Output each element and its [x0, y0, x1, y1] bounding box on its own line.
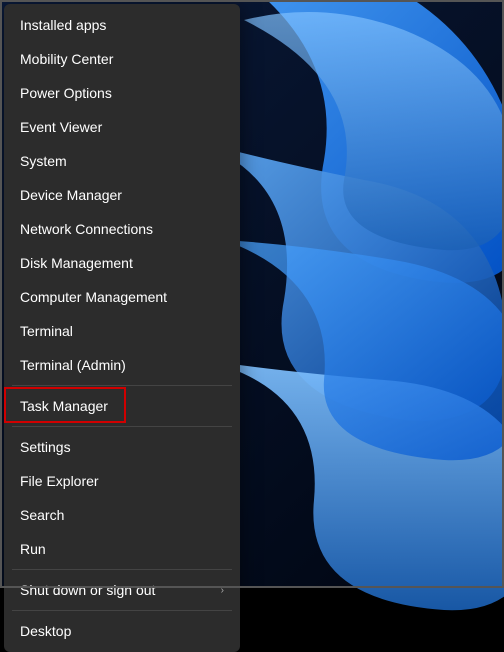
- menu-item-computer-management[interactable]: Computer Management: [4, 280, 240, 314]
- menu-item-label: Terminal (Admin): [20, 357, 126, 373]
- menu-item-label: Shut down or sign out: [20, 582, 155, 598]
- menu-item-device-manager[interactable]: Device Manager: [4, 178, 240, 212]
- menu-item-label: Network Connections: [20, 221, 153, 237]
- menu-item-label: Power Options: [20, 85, 112, 101]
- menu-item-label: Device Manager: [20, 187, 122, 203]
- menu-item-network-connections[interactable]: Network Connections: [4, 212, 240, 246]
- menu-item-mobility-center[interactable]: Mobility Center: [4, 42, 240, 76]
- menu-item-event-viewer[interactable]: Event Viewer: [4, 110, 240, 144]
- menu-item-label: Event Viewer: [20, 119, 102, 135]
- menu-item-label: Search: [20, 507, 64, 523]
- chevron-right-icon: ›: [221, 585, 224, 596]
- menu-item-label: File Explorer: [20, 473, 99, 489]
- menu-item-terminal[interactable]: Terminal: [4, 314, 240, 348]
- menu-item-label: Settings: [20, 439, 71, 455]
- menu-item-label: Disk Management: [20, 255, 133, 271]
- menu-item-power-options[interactable]: Power Options: [4, 76, 240, 110]
- menu-item-file-explorer[interactable]: File Explorer: [4, 464, 240, 498]
- menu-item-installed-apps[interactable]: Installed apps: [4, 8, 240, 42]
- menu-separator: [12, 610, 232, 611]
- menu-separator: [12, 569, 232, 570]
- menu-item-label: Computer Management: [20, 289, 167, 305]
- menu-item-disk-management[interactable]: Disk Management: [4, 246, 240, 280]
- winx-context-menu: Installed apps Mobility Center Power Optio…: [4, 4, 240, 652]
- menu-item-settings[interactable]: Settings: [4, 430, 240, 464]
- menu-item-run[interactable]: Run: [4, 532, 240, 566]
- menu-item-terminal-admin-[interactable]: Terminal (Admin): [4, 348, 240, 382]
- menu-item-system[interactable]: System: [4, 144, 240, 178]
- menu-item-label: Mobility Center: [20, 51, 113, 67]
- menu-item-task-manager[interactable]: Task Manager: [4, 389, 240, 423]
- menu-item-shut-down-or-sign-out[interactable]: Shut down or sign out ›: [4, 573, 240, 607]
- menu-separator: [12, 426, 232, 427]
- menu-item-label: Desktop: [20, 623, 71, 639]
- menu-separator: [12, 385, 232, 386]
- menu-item-label: Installed apps: [20, 17, 106, 33]
- menu-item-label: Task Manager: [20, 398, 108, 414]
- menu-item-label: Run: [20, 541, 46, 557]
- menu-item-label: System: [20, 153, 67, 169]
- menu-item-desktop[interactable]: Desktop: [4, 614, 240, 648]
- menu-item-label: Terminal: [20, 323, 73, 339]
- menu-item-search[interactable]: Search: [4, 498, 240, 532]
